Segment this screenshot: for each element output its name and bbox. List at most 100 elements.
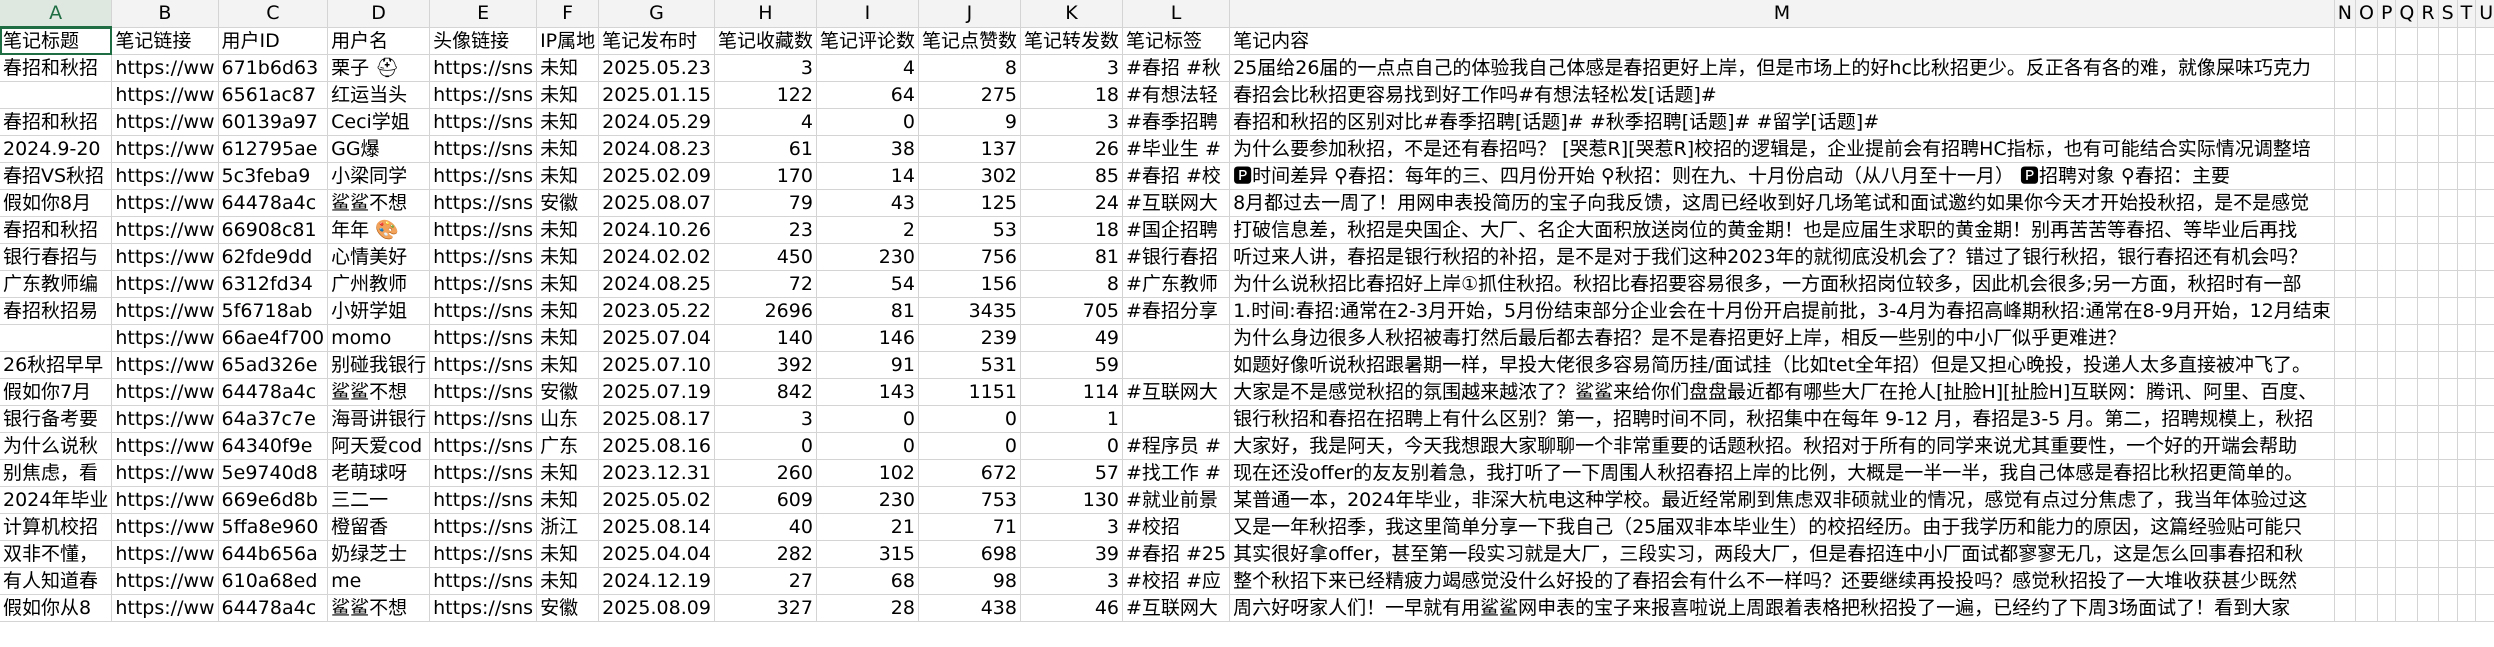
cell-c[interactable]: 5e9740d8	[218, 459, 329, 487]
cell-s[interactable]	[2438, 405, 2458, 433]
cell-o[interactable]	[2355, 243, 2378, 271]
cell-g[interactable]: 2024.02.02	[598, 243, 715, 271]
cell-u[interactable]	[2475, 567, 2494, 595]
cell-h[interactable]: 79	[714, 189, 817, 217]
cell-f[interactable]: 未知	[536, 135, 600, 163]
cell-u[interactable]	[2475, 324, 2494, 352]
cell-g[interactable]: 2025.04.04	[598, 540, 715, 568]
cell-m[interactable]: 现在还没offer的友友别着急，我打听了一下周围人秋招春招上岸的比例，大概是一半…	[1229, 459, 2335, 487]
cell-b[interactable]: https://ww	[111, 405, 219, 433]
cell-j[interactable]: 125	[918, 189, 1021, 217]
cell-a[interactable]: 有人知道春	[0, 567, 113, 595]
cell-j[interactable]: 753	[918, 486, 1021, 514]
cell-t[interactable]	[2457, 324, 2477, 352]
cell-h[interactable]: 170	[714, 162, 817, 190]
cell-h[interactable]: 4	[714, 108, 817, 136]
cell-r[interactable]	[2417, 513, 2439, 541]
cell-h[interactable]: 140	[714, 324, 817, 352]
cell-q[interactable]	[2395, 135, 2419, 163]
cell-i[interactable]: 笔记评论数	[816, 27, 919, 55]
cell-g[interactable]: 2025.01.15	[598, 81, 715, 109]
cell-q[interactable]	[2395, 351, 2419, 379]
cell-c[interactable]: 66ae4f700	[218, 324, 329, 352]
cell-s[interactable]	[2438, 324, 2458, 352]
column-header-g[interactable]: G	[598, 0, 715, 28]
cell-u[interactable]	[2475, 54, 2494, 82]
cell-f[interactable]: 安徽	[536, 189, 600, 217]
cell-n[interactable]	[2334, 594, 2356, 622]
cell-h[interactable]: 392	[714, 351, 817, 379]
cell-s[interactable]	[2438, 351, 2458, 379]
cell-p[interactable]	[2377, 405, 2397, 433]
cell-f[interactable]: 未知	[536, 297, 600, 325]
cell-k[interactable]: 8	[1020, 270, 1124, 298]
cell-d[interactable]: 橙留香	[327, 513, 431, 541]
cell-i[interactable]: 38	[816, 135, 919, 163]
cell-p[interactable]	[2377, 270, 2397, 298]
cell-o[interactable]	[2355, 594, 2378, 622]
cell-d[interactable]: 奶绿芝士	[327, 540, 431, 568]
cell-g[interactable]: 2025.08.16	[598, 432, 715, 460]
cell-g[interactable]: 2023.12.31	[598, 459, 715, 487]
cell-m[interactable]: 笔记内容	[1229, 27, 2335, 55]
cell-b[interactable]: https://ww	[111, 243, 219, 271]
cell-b[interactable]: https://ww	[111, 351, 219, 379]
cell-u[interactable]	[2475, 405, 2494, 433]
cell-m[interactable]: 打破信息差，秋招是央国企、大厂、名企大面积放送岗位的黄金期！也是应届生求职的黄金…	[1229, 216, 2335, 244]
cell-e[interactable]: https://sns	[429, 54, 538, 82]
cell-j[interactable]: 531	[918, 351, 1021, 379]
cell-f[interactable]: 未知	[536, 54, 600, 82]
cell-n[interactable]	[2334, 216, 2356, 244]
cell-i[interactable]: 68	[816, 567, 919, 595]
cell-o[interactable]	[2355, 27, 2378, 55]
cell-i[interactable]: 43	[816, 189, 919, 217]
cell-g[interactable]: 2025.08.09	[598, 594, 715, 622]
cell-q[interactable]	[2395, 189, 2419, 217]
cell-f[interactable]: 山东	[536, 405, 600, 433]
cell-n[interactable]	[2334, 27, 2356, 55]
cell-c[interactable]: 671b6d63	[218, 54, 329, 82]
cell-j[interactable]: 275	[918, 81, 1021, 109]
cell-g[interactable]: 2023.05.22	[598, 297, 715, 325]
cell-c[interactable]: 669e6d8b	[218, 486, 329, 514]
cell-f[interactable]: 未知	[536, 270, 600, 298]
cell-c[interactable]: 64a37c7e	[218, 405, 329, 433]
cell-p[interactable]	[2377, 594, 2397, 622]
cell-k[interactable]: 26	[1020, 135, 1124, 163]
cell-l[interactable]: #互联网大	[1122, 378, 1231, 406]
cell-m[interactable]: 大家好，我是阿天，今天我想跟大家聊聊一个非常重要的话题秋招。秋招对于所有的同学来…	[1229, 432, 2335, 460]
cell-s[interactable]	[2438, 513, 2458, 541]
cell-f[interactable]: 未知	[536, 486, 600, 514]
cell-o[interactable]	[2355, 486, 2378, 514]
cell-u[interactable]	[2475, 540, 2494, 568]
cell-a[interactable]: 为什么说秋	[0, 432, 113, 460]
cell-l[interactable]: #校招	[1122, 513, 1231, 541]
cell-j[interactable]: 53	[918, 216, 1021, 244]
cell-j[interactable]: 156	[918, 270, 1021, 298]
column-header-k[interactable]: K	[1020, 0, 1124, 28]
cell-q[interactable]	[2395, 27, 2419, 55]
cell-d[interactable]: 年年 🎨	[327, 216, 431, 244]
cell-n[interactable]	[2334, 243, 2356, 271]
cell-m[interactable]: 听过来人讲，春招是银行秋招的补招，是不是对于我们这种2023年的就彻底没机会了？…	[1229, 243, 2335, 271]
cell-b[interactable]: https://ww	[111, 108, 219, 136]
cell-k[interactable]: 49	[1020, 324, 1124, 352]
cell-b[interactable]: https://ww	[111, 324, 219, 352]
cell-k[interactable]: 46	[1020, 594, 1124, 622]
column-header-t[interactable]: T	[2457, 0, 2477, 28]
cell-o[interactable]	[2355, 270, 2378, 298]
cell-n[interactable]	[2334, 189, 2356, 217]
cell-l[interactable]: #互联网大	[1122, 594, 1231, 622]
cell-f[interactable]: 未知	[536, 243, 600, 271]
cell-f[interactable]: 未知	[536, 216, 600, 244]
cell-q[interactable]	[2395, 108, 2419, 136]
cell-t[interactable]	[2457, 540, 2477, 568]
cell-a[interactable]: 春招和秋招	[0, 54, 113, 82]
cell-p[interactable]	[2377, 432, 2397, 460]
cell-l[interactable]: #毕业生 #	[1122, 135, 1231, 163]
cell-q[interactable]	[2395, 378, 2419, 406]
cell-e[interactable]: https://sns	[429, 216, 538, 244]
cell-g[interactable]: 2025.02.09	[598, 162, 715, 190]
column-header-n[interactable]: N	[2334, 0, 2356, 28]
cell-o[interactable]	[2355, 351, 2378, 379]
